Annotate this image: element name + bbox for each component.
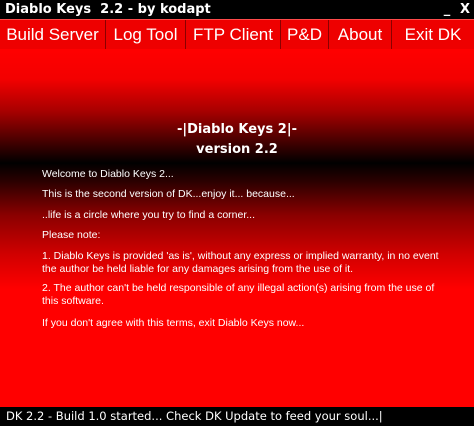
status-bar: DK 2.2 - Build 1.0 started... Check DK U… <box>0 407 474 426</box>
disclaimer-item-1: 1. Diablo Keys is provided 'as is', with… <box>42 250 439 275</box>
motto-text: ..life is a circle where you try to find… <box>42 209 256 221</box>
menu-about[interactable]: About <box>329 20 392 49</box>
minimize-button[interactable]: _ <box>439 0 455 19</box>
window-title: Diablo Keys 2.2 - by kodapt <box>5 2 211 17</box>
disclaimer-item-2: 2. The author can't be held responsible … <box>42 282 435 307</box>
menu-p-and-d[interactable]: P&D <box>281 20 329 49</box>
menu-log-tool[interactable]: Log Tool <box>106 20 186 49</box>
app-heading: -|Diablo Keys 2|- <box>177 122 297 137</box>
agreement-text: If you don't agree with this terms, exit… <box>42 317 305 329</box>
welcome-text: Welcome to Diablo Keys 2... <box>42 168 174 180</box>
menu-exit-dk[interactable]: Exit DK <box>392 20 474 49</box>
menu-build-server[interactable]: Build Server <box>0 20 106 49</box>
close-button[interactable]: X <box>457 0 473 19</box>
note-heading: Please note: <box>42 229 101 241</box>
menu-bar: Build Server Log Tool FTP Client P&D Abo… <box>0 19 474 49</box>
version-heading: version 2.2 <box>196 142 278 157</box>
menu-ftp-client[interactable]: FTP Client <box>186 20 281 49</box>
title-bar[interactable]: Diablo Keys 2.2 - by kodapt _ X <box>0 0 474 19</box>
welcome-panel: -|Diablo Keys 2|- version 2.2 Welcome to… <box>0 49 474 407</box>
intro-text: This is the second version of DK...enjoy… <box>42 188 295 200</box>
